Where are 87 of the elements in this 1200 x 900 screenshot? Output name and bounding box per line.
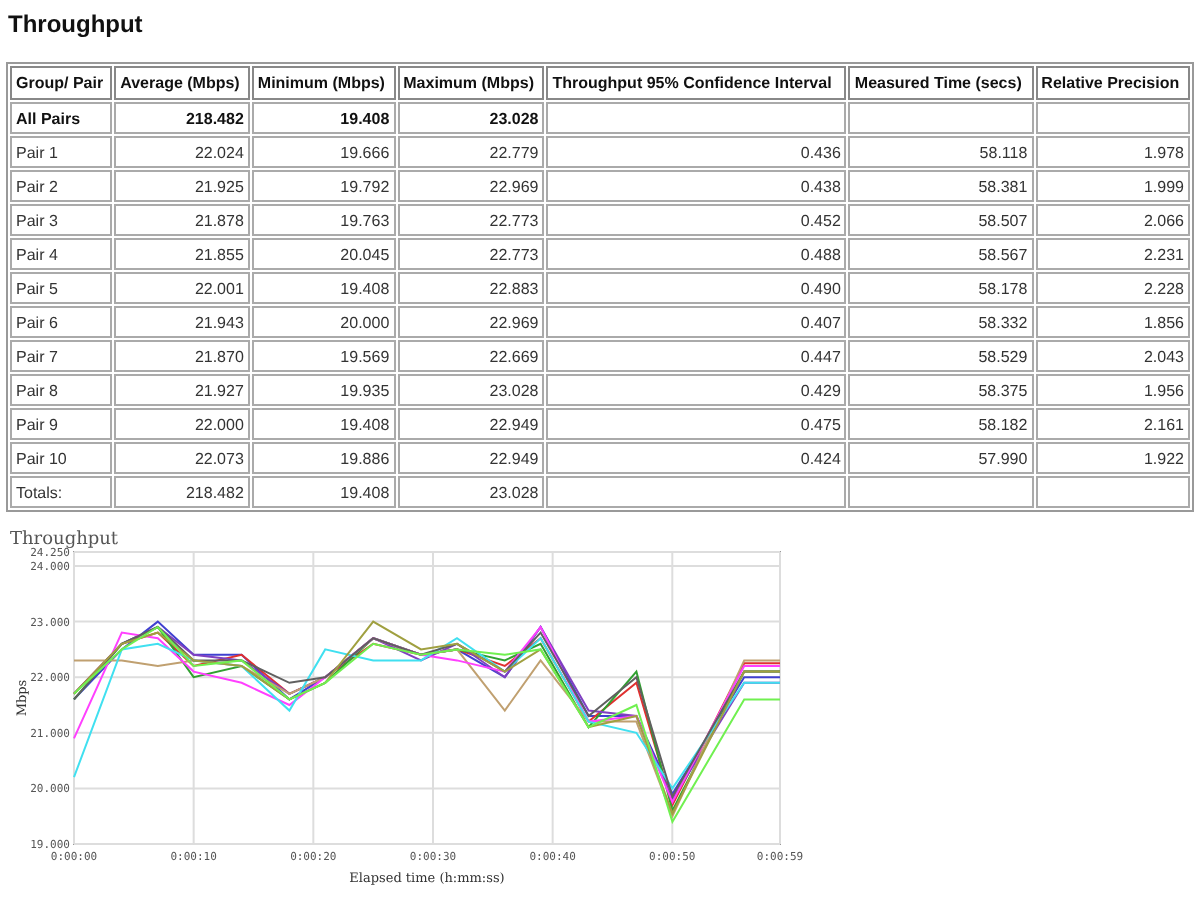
column-header: Maximum (Mbps) xyxy=(397,66,545,100)
table-cell: 19.408 xyxy=(251,102,396,134)
table-cell: 0.490 xyxy=(546,272,847,304)
page-title: Throughput xyxy=(8,10,145,38)
table-cell: 22.949 xyxy=(397,408,545,440)
table-cell: Totals: xyxy=(10,476,113,508)
table-cell: 1.956 xyxy=(1035,374,1190,406)
table-cell: 22.024 xyxy=(114,136,250,168)
table-cell: 2.228 xyxy=(1035,272,1190,304)
table-cell: 0.436 xyxy=(546,136,847,168)
table-cell: 22.001 xyxy=(114,272,250,304)
table-cell: 22.669 xyxy=(397,340,545,372)
column-header: Minimum (Mbps) xyxy=(251,66,396,100)
table-cell: 22.969 xyxy=(397,170,545,202)
table-cell: 0.452 xyxy=(546,204,847,236)
table-cell: 22.779 xyxy=(397,136,545,168)
table-cell: All Pairs xyxy=(10,102,113,134)
table-cell: 22.773 xyxy=(397,204,545,236)
table-cell: 19.792 xyxy=(251,170,396,202)
table-cell: Pair 3 xyxy=(10,204,113,236)
table-cell: 2.231 xyxy=(1035,238,1190,270)
table-cell: 19.666 xyxy=(251,136,396,168)
table-cell: 58.381 xyxy=(848,170,1034,202)
table-cell: 21.925 xyxy=(114,170,250,202)
table-cell: 1.999 xyxy=(1035,170,1190,202)
table-cell: 0.424 xyxy=(546,442,847,474)
table-cell: 19.408 xyxy=(251,272,396,304)
table-cell: Pair 2 xyxy=(10,170,113,202)
table-cell: 22.000 xyxy=(114,408,250,440)
table-cell: 2.066 xyxy=(1035,204,1190,236)
column-header: Throughput 95% Confidence Interval xyxy=(546,66,847,100)
table-cell: 19.935 xyxy=(251,374,396,406)
table-cell: 1.856 xyxy=(1035,306,1190,338)
table-cell: 0.407 xyxy=(546,306,847,338)
table-cell: 58.118 xyxy=(848,136,1034,168)
table-cell: 0.447 xyxy=(546,340,847,372)
table-cell: 1.978 xyxy=(1035,136,1190,168)
table-cell: 21.927 xyxy=(114,374,250,406)
table-cell: 58.529 xyxy=(848,340,1034,372)
table-cell: 21.855 xyxy=(114,238,250,270)
column-header: Group/ Pair xyxy=(10,66,113,100)
table-cell: 22.773 xyxy=(397,238,545,270)
table-cell: Pair 4 xyxy=(10,238,113,270)
chart-title: Throughput xyxy=(10,530,119,550)
column-header: Relative Precision xyxy=(1035,66,1190,100)
table-cell: Pair 5 xyxy=(10,272,113,304)
table-cell: 57.990 xyxy=(848,442,1034,474)
table-cell: 218.482 xyxy=(114,102,250,134)
table-cell: 22.073 xyxy=(114,442,250,474)
table-cell: 22.969 xyxy=(397,306,545,338)
table-cell: 19.763 xyxy=(251,204,396,236)
table-cell: 0.438 xyxy=(546,170,847,202)
table-cell: Pair 10 xyxy=(10,442,113,474)
table-cell: 58.375 xyxy=(848,374,1034,406)
table-cell: 19.569 xyxy=(251,340,396,372)
table-cell: 0.429 xyxy=(546,374,847,406)
table-cell: 2.043 xyxy=(1035,340,1190,372)
table-cell: 58.182 xyxy=(848,408,1034,440)
table-cell: Pair 7 xyxy=(10,340,113,372)
table-cell: 22.883 xyxy=(397,272,545,304)
table-cell: 21.870 xyxy=(114,340,250,372)
table-cell: 20.000 xyxy=(251,306,396,338)
table-cell: Pair 8 xyxy=(10,374,113,406)
table-cell: 19.408 xyxy=(251,408,396,440)
table-cell: 2.161 xyxy=(1035,408,1190,440)
table-cell: 58.507 xyxy=(848,204,1034,236)
table-cell: 218.482 xyxy=(114,476,250,508)
table-cell: 1.922 xyxy=(1035,442,1190,474)
table-cell: Pair 9 xyxy=(10,408,113,440)
table-cell: 19.886 xyxy=(251,442,396,474)
table-cell: 21.943 xyxy=(114,306,250,338)
table-cell: 19.408 xyxy=(251,476,396,508)
table-cell: 58.567 xyxy=(848,238,1034,270)
column-header: Measured Time (secs) xyxy=(848,66,1034,100)
table-cell: 23.028 xyxy=(397,374,545,406)
table-cell: 58.332 xyxy=(848,306,1034,338)
table-cell: 0.475 xyxy=(546,408,847,440)
table-cell: Pair 1 xyxy=(10,136,113,168)
table-cell: 23.028 xyxy=(397,102,545,134)
table-cell: 23.028 xyxy=(397,476,545,508)
column-header: Average (Mbps) xyxy=(114,66,250,100)
table-cell: 22.949 xyxy=(397,442,545,474)
table-cell: 20.045 xyxy=(251,238,396,270)
table-cell: Pair 6 xyxy=(10,306,113,338)
table-cell: 58.178 xyxy=(848,272,1034,304)
table-cell: 0.488 xyxy=(546,238,847,270)
table-cell: 21.878 xyxy=(114,204,250,236)
